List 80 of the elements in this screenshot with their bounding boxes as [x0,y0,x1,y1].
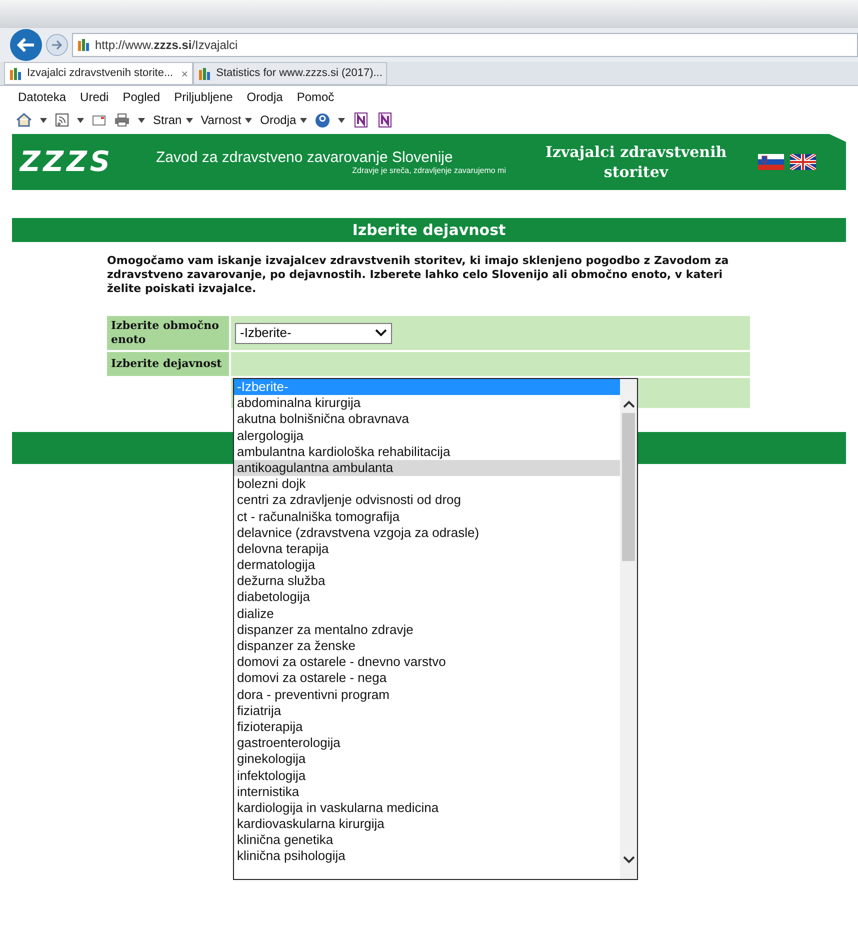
section-title: Izvajalci zdravstvenih storitev [544,142,728,182]
menu-item[interactable]: Priljubljene [174,88,233,106]
toolbar-menu-button[interactable]: Stran [153,111,193,129]
caret-icon [245,118,252,122]
address-field[interactable]: http://www.zzzs.si/Izvajalci [72,33,858,57]
help-icon[interactable] [315,112,330,128]
activity-option[interactable]: dermatologija [234,557,620,574]
activity-option[interactable]: domovi za ostarele - nega [234,670,620,687]
activity-listbox[interactable] [233,378,638,880]
site-favicon-icon [198,66,212,80]
activity-option[interactable]: bolezni dojk [234,476,620,492]
activity-option[interactable]: delovna terapija [234,540,620,558]
form-title: Izberite dejavnost [352,220,506,241]
activity-option[interactable]: centri za zdravljenje odvisnosti od drog [234,492,620,508]
menu-item[interactable]: Orodja [246,88,283,106]
browser-tab[interactable]: Statistics for www.zzzs.si (2017)... [193,62,388,85]
activity-option[interactable]: internistika [234,784,620,800]
activity-option[interactable]: ct - računalniška tomografija [234,508,620,525]
slovenian-flag-icon[interactable] [758,154,784,170]
field-label: Izberite območno enoto [111,319,220,347]
organization-name: Zavod za zdravstveno zavarovanje Slovenije [156,150,454,166]
caret-icon [300,118,308,122]
caret-icon [138,118,145,122]
activity-option[interactable]: gastroenterologija [234,735,620,752]
caret-icon [77,118,84,122]
home-icon[interactable] [16,113,32,127]
chevron-down-icon [375,329,387,337]
activity-option[interactable]: alergologija [234,428,620,444]
activity-option[interactable]: dispanzer za ženske [234,638,620,654]
arrow-left-icon [17,38,35,52]
browser-tab[interactable]: Izvajalci zdravstvenih storite... × [4,62,194,85]
caret-icon [186,118,193,122]
forward-button[interactable] [46,34,68,56]
caret-icon [40,118,47,122]
menu-item[interactable]: Uredi [80,88,109,106]
site-favicon-icon [77,38,91,52]
activity-option[interactable]: fizioterapija [234,718,620,736]
british-flag-icon[interactable] [790,154,816,170]
activity-option[interactable]: abdominalna kirurgija [234,395,620,412]
print-icon[interactable] [114,113,130,127]
activity-option[interactable]: kardiovaskularna kirurgija [234,816,620,832]
notebook-icon[interactable] [353,112,370,128]
activity-option[interactable]: antikoagulantna ambulanta [234,460,620,476]
region-select[interactable]: -Izberite- [235,322,392,344]
url-text: http://www.zzzs.si/Izvajalci [95,37,238,54]
arrow-right-icon [51,40,63,50]
caret-icon [338,118,346,122]
notebook-icon[interactable] [377,112,394,128]
site-favicon-icon [9,66,23,80]
feed-icon[interactable] [55,113,69,127]
activity-option[interactable]: dispanzer za mentalno zdravje [234,622,620,638]
menu-item[interactable]: Pogled [122,88,160,106]
close-icon[interactable]: × [181,64,188,82]
scrollbar[interactable] [620,379,637,879]
activity-option[interactable]: diabetologija [234,589,620,606]
menu-item[interactable]: Datoteka [18,88,66,106]
back-button[interactable] [10,29,42,61]
activity-option[interactable]: fiziatrija [234,702,620,719]
mail-icon[interactable] [92,114,106,126]
activity-option[interactable]: akutna bolnišnična obravnava [234,411,620,428]
chevron-up-icon[interactable] [622,399,634,409]
activity-option[interactable]: dialize [234,606,620,622]
activity-option[interactable]: dežurna služba [234,573,620,590]
toolbar-menu-button[interactable]: Orodja [260,111,308,129]
toolbar-menu-button[interactable]: Varnost [200,111,252,129]
activity-option[interactable]: infektologija [234,768,620,784]
activity-option[interactable]: kardiologija in vaskularna medicina [234,800,620,816]
activity-option[interactable]: klinična genetika [234,832,620,848]
activity-option[interactable]: dora - preventivni program [234,686,620,703]
activity-option[interactable]: delavnice (zdravstvena vzgoja za odrasle) [234,524,620,541]
slogan-text: Zdravje je sreča, zdravljenje zavarujemo mi [352,166,506,174]
chevron-down-icon[interactable] [622,855,634,865]
site-logo[interactable]: ZZZS [20,141,138,183]
menu-item[interactable]: Pomoč [296,88,334,106]
activity-option[interactable]: domovi za ostarele - dnevno varstvo [234,654,620,670]
intro-paragraph: Omogočamo vam iskanje izvajalcev zdravstvenih storitev, ki imajo sklenjeno pogodbo z Zavodom za zdravstveno zavarovanje, po dejavnostih. Izberete lahko celo Slovenijo ali območno enoto, v kateri želite poiskati izvajalce. [107,254,730,296]
activity-option[interactable]: ginekologija [234,751,620,768]
scrollbar-thumb[interactable] [622,413,635,561]
field-label: Izberite dejavnost [111,357,222,371]
activity-option[interactable]: klinična psihologija [234,848,620,865]
